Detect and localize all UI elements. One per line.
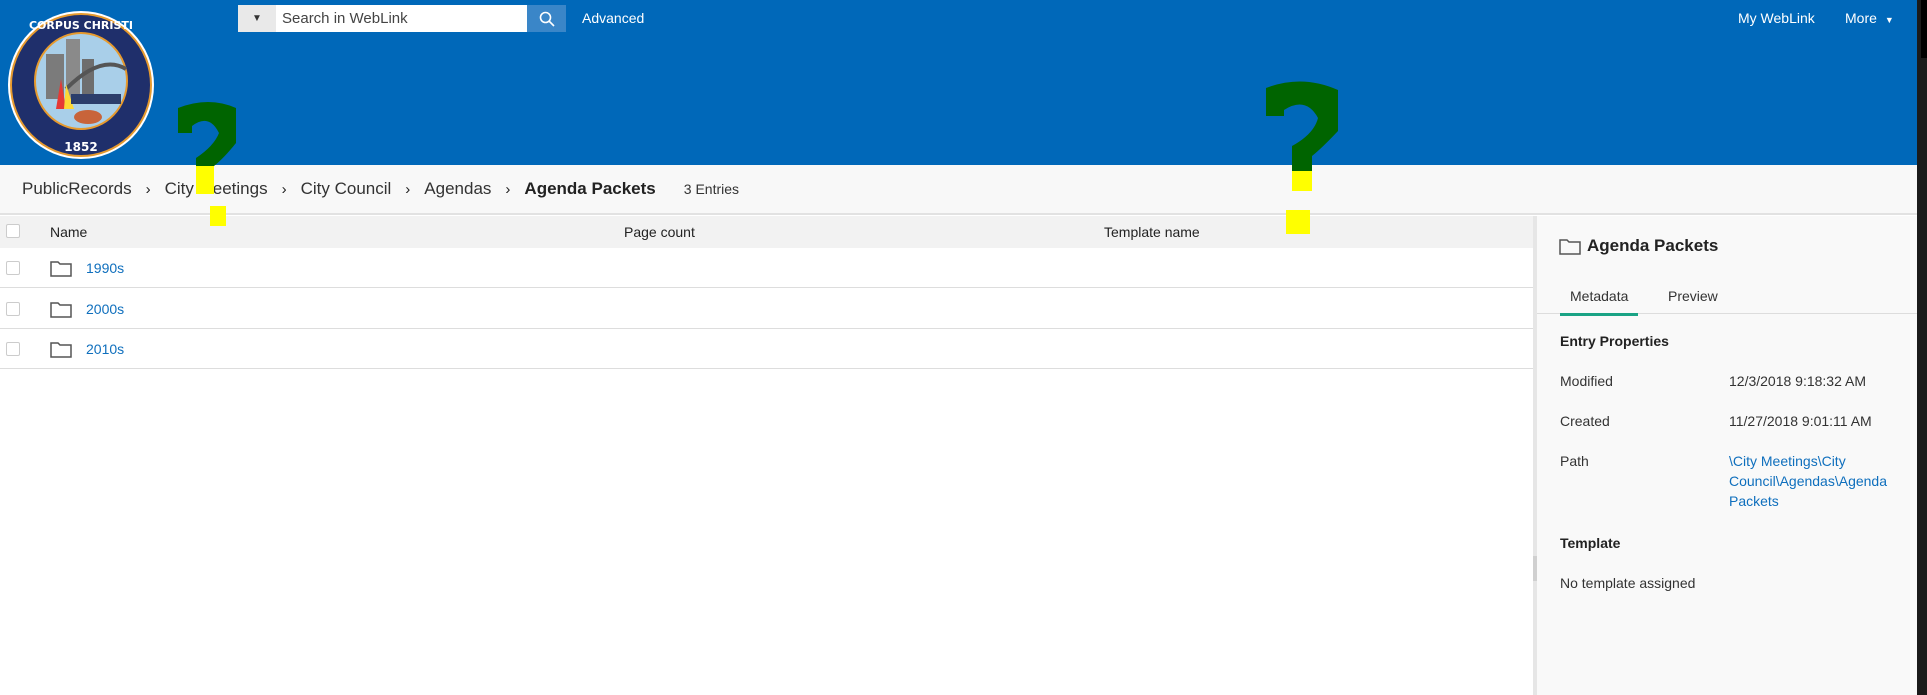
modified-label: Modified [1560, 373, 1613, 389]
question-mark-annotation [1266, 81, 1338, 234]
table-row[interactable]: 2010s [0, 329, 1535, 369]
created-label: Created [1560, 413, 1610, 429]
search-scope-dropdown[interactable]: ▼ [238, 5, 276, 32]
column-template-name[interactable]: Template name [1104, 224, 1200, 240]
breadcrumb: PublicRecords › City Meetings › City Counc… [0, 165, 1917, 215]
breadcrumb-current: Agenda Packets [524, 179, 656, 198]
breadcrumb-city-council[interactable]: City Council [301, 179, 392, 199]
more-label: More [1845, 10, 1877, 26]
panel-tabs: Metadata Preview [1537, 282, 1917, 316]
template-value: No template assigned [1560, 575, 1696, 591]
folder-icon [1559, 238, 1581, 255]
panel-title: Agenda Packets [1559, 236, 1718, 256]
header-bar: 1852 CORPUS CHRISTI ▼ Advanced My WebLin… [0, 0, 1917, 165]
more-menu[interactable]: More ▼ [1845, 10, 1894, 26]
breadcrumb-agendas[interactable]: Agendas [424, 179, 491, 199]
caret-down-icon: ▼ [1884, 15, 1894, 25]
created-value: 11/27/2018 9:01:11 AM [1729, 413, 1872, 429]
entry-properties-heading: Entry Properties [1560, 333, 1669, 349]
metadata-panel: Agenda Packets Metadata Preview Entry Pr… [1537, 216, 1917, 695]
column-name[interactable]: Name [50, 224, 87, 240]
chevron-right-icon: › [405, 180, 411, 198]
entry-count: 3 Entries [683, 181, 740, 197]
table-row[interactable]: 1990s [0, 248, 1535, 288]
modified-value: 12/3/2018 9:18:32 AM [1729, 373, 1866, 389]
table-row[interactable]: 2000s [0, 289, 1535, 329]
folder-icon [50, 302, 72, 318]
tab-metadata[interactable]: Metadata [1560, 288, 1639, 316]
folder-link[interactable]: 1990s [86, 260, 124, 276]
search-bar: ▼ [238, 5, 566, 32]
window-scrollbar[interactable] [1917, 0, 1927, 695]
folder-link[interactable]: 2010s [86, 341, 124, 357]
path-label: Path [1560, 453, 1589, 469]
select-all-checkbox[interactable] [6, 224, 20, 238]
tab-preview[interactable]: Preview [1658, 288, 1728, 313]
search-icon [539, 11, 555, 27]
column-page-count[interactable]: Page count [624, 224, 695, 240]
city-seal-logo[interactable]: 1852 CORPUS CHRISTI [6, 9, 156, 161]
my-weblink-link[interactable]: My WebLink [1738, 10, 1815, 26]
search-button[interactable] [527, 5, 566, 32]
chevron-right-icon: › [145, 180, 151, 198]
svg-text:CORPUS CHRISTI: CORPUS CHRISTI [29, 19, 133, 32]
chevron-right-icon: › [281, 180, 287, 198]
breadcrumb-publicrecords[interactable]: PublicRecords [22, 179, 132, 199]
panel-title-text: Agenda Packets [1587, 236, 1719, 255]
folder-icon [50, 261, 72, 277]
template-heading: Template [1560, 535, 1621, 551]
path-link[interactable]: \City Meetings\City Council\Agendas\Agen… [1729, 451, 1899, 511]
search-input[interactable] [276, 5, 527, 32]
row-checkbox[interactable] [6, 261, 20, 275]
row-checkbox[interactable] [6, 302, 20, 316]
chevron-right-icon: › [505, 180, 511, 198]
advanced-search-link[interactable]: Advanced [582, 10, 644, 26]
folder-link[interactable]: 2000s [86, 301, 124, 317]
question-mark-annotation [178, 102, 236, 226]
row-checkbox[interactable] [6, 342, 20, 356]
svg-text:1852: 1852 [64, 140, 97, 154]
folder-icon [50, 342, 72, 358]
